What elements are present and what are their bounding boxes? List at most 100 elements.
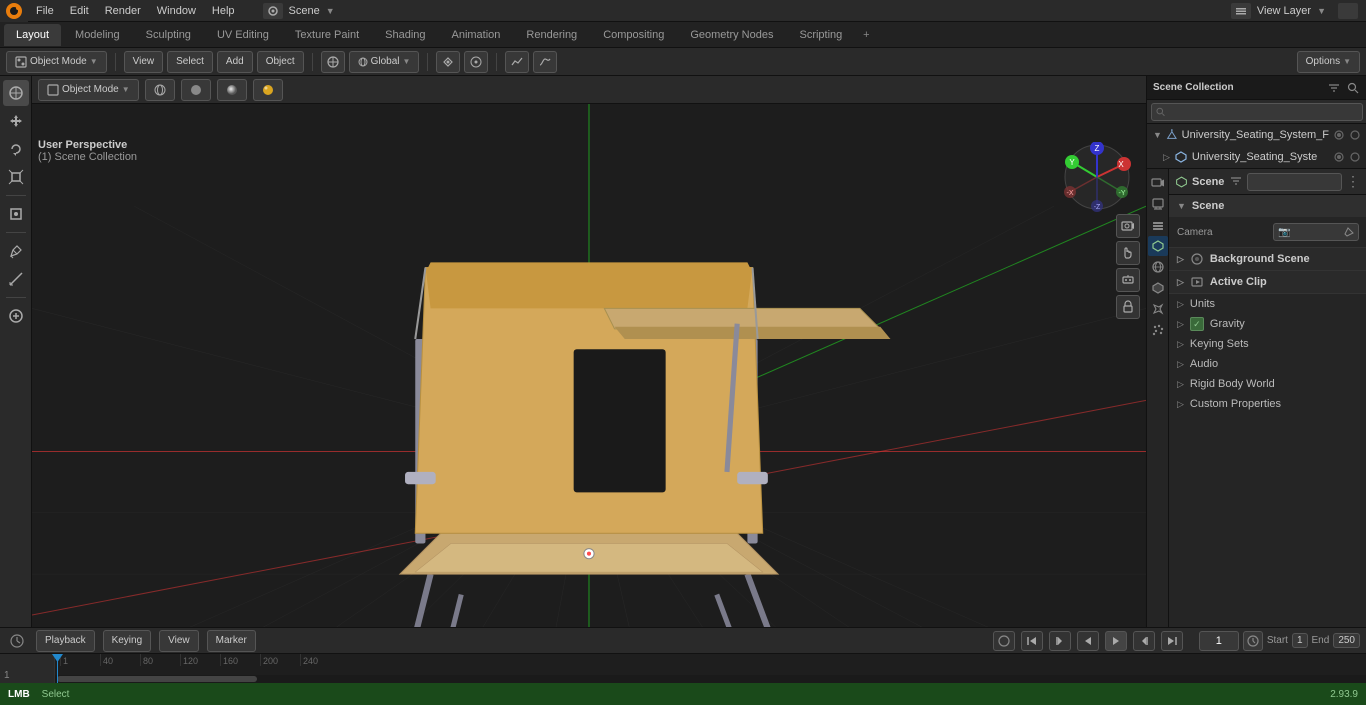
keying-sets-item[interactable]: ▷ Keying Sets: [1169, 334, 1366, 354]
view-layer-icon[interactable]: [1231, 3, 1251, 19]
scene-selector-icon[interactable]: [263, 3, 283, 19]
options-btn[interactable]: Options ▼: [1297, 51, 1360, 73]
add-btn[interactable]: Add: [217, 51, 253, 73]
viewport-shading-material[interactable]: [217, 79, 247, 101]
outliner-filter-btn[interactable]: [1326, 80, 1342, 96]
view-layer-dropdown-icon[interactable]: ▼: [1317, 6, 1326, 16]
timeline-icon-btn[interactable]: [6, 630, 28, 652]
timeline-ruler[interactable]: 1 1 40 80 120 160 200 240: [0, 654, 1366, 683]
camera-value-btn[interactable]: 📷: [1273, 223, 1359, 241]
transform-tool[interactable]: [3, 201, 29, 227]
play-reverse-btn[interactable]: [1077, 631, 1099, 651]
record-btn[interactable]: [993, 631, 1015, 651]
menu-edit[interactable]: Edit: [62, 0, 97, 22]
blender-logo[interactable]: [0, 0, 28, 22]
scrollbar-thumb[interactable]: [57, 676, 257, 682]
world-props-btn[interactable]: [1148, 257, 1168, 277]
keying-menu-btn[interactable]: Keying: [103, 630, 152, 652]
cursor-tool[interactable]: [3, 80, 29, 106]
tab-compositing[interactable]: Compositing: [591, 24, 676, 46]
gravity-item[interactable]: ▷ ✓ Gravity: [1169, 314, 1366, 334]
menu-help[interactable]: Help: [204, 0, 243, 22]
snap-toggle[interactable]: [436, 51, 460, 73]
move-tool[interactable]: [3, 108, 29, 134]
tab-modeling[interactable]: Modeling: [63, 24, 132, 46]
outliner-search-input-wrapper[interactable]: [1151, 103, 1363, 121]
frame-time-toggle[interactable]: [1243, 631, 1263, 651]
camera-edit-icon[interactable]: [1344, 227, 1354, 237]
mode-selector-btn[interactable]: Object Mode ▼: [6, 51, 107, 73]
render-props-btn[interactable]: [1148, 173, 1168, 193]
active-clip-header[interactable]: ▷ Active Clip: [1169, 271, 1366, 293]
outliner-search-btn[interactable]: [1345, 80, 1361, 96]
viewport-shading-wire[interactable]: [145, 79, 175, 101]
object-btn[interactable]: Object: [257, 51, 304, 73]
rotate-tool[interactable]: [3, 136, 29, 162]
gravity-checkbox[interactable]: ✓: [1190, 317, 1204, 331]
current-frame-input[interactable]: [1199, 631, 1239, 651]
viewport-3d[interactable]: Object Mode ▼: [32, 76, 1146, 627]
jump-end-btn[interactable]: [1161, 631, 1183, 651]
audio-item[interactable]: ▷ Audio: [1169, 354, 1366, 374]
annotate-tool[interactable]: [3, 238, 29, 264]
menu-window[interactable]: Window: [149, 0, 204, 22]
tab-shading[interactable]: Shading: [373, 24, 437, 46]
step-forward-btn[interactable]: [1133, 631, 1155, 651]
select-btn[interactable]: Select: [167, 51, 213, 73]
outliner-root[interactable]: ▼ University_Seating_System_F: [1147, 124, 1366, 146]
scene-props-btn[interactable]: [1148, 236, 1168, 256]
viewport-mode-btn[interactable]: Object Mode ▼: [38, 79, 139, 101]
view-layer-props-btn[interactable]: [1148, 215, 1168, 235]
visibility-icon[interactable]: [1333, 129, 1345, 141]
graph-btn[interactable]: [505, 51, 529, 73]
scene-dropdown-icon[interactable]: ▼: [326, 6, 335, 16]
render-visibility-icon[interactable]: [1349, 129, 1361, 141]
transform-space-btn[interactable]: Global ▼: [349, 51, 420, 73]
tab-rendering[interactable]: Rendering: [514, 24, 589, 46]
add-object-tool[interactable]: [3, 303, 29, 329]
timeline-scrollbar[interactable]: [55, 675, 1366, 683]
viewport-mode-dropdown[interactable]: ▼: [122, 85, 130, 94]
menu-file[interactable]: File: [28, 0, 62, 22]
props-search-field[interactable]: [1251, 177, 1338, 187]
playback-menu-btn[interactable]: Playback: [36, 630, 95, 652]
props-search-input-wrapper[interactable]: [1247, 173, 1342, 191]
proportional-edit-btn[interactable]: [464, 51, 488, 73]
transform-mode-btn[interactable]: [321, 51, 345, 73]
view-btn[interactable]: View: [124, 51, 164, 73]
start-value[interactable]: 1: [1292, 633, 1308, 648]
child-visibility-icon[interactable]: [1333, 151, 1345, 163]
measure-tool[interactable]: [3, 266, 29, 292]
particles-props-btn[interactable]: [1148, 320, 1168, 340]
props-filter-btn[interactable]: [1228, 173, 1244, 189]
child-render-icon[interactable]: [1349, 151, 1361, 163]
outliner-search-field[interactable]: [1168, 106, 1358, 117]
lock-view-btn[interactable]: [1116, 295, 1140, 319]
tab-scripting[interactable]: Scripting: [787, 24, 854, 46]
tab-animation[interactable]: Animation: [440, 24, 513, 46]
step-back-btn[interactable]: [1049, 631, 1071, 651]
tab-texture-paint[interactable]: Texture Paint: [283, 24, 371, 46]
tab-uv-editing[interactable]: UV Editing: [205, 24, 281, 46]
modifier-props-btn[interactable]: [1148, 299, 1168, 319]
scene-section-header[interactable]: ▼ Scene: [1169, 195, 1366, 217]
tab-geometry-nodes[interactable]: Geometry Nodes: [678, 24, 785, 46]
output-props-btn[interactable]: [1148, 194, 1168, 214]
add-workspace-tab-btn[interactable]: +: [856, 25, 876, 45]
curve-btn[interactable]: [533, 51, 557, 73]
tab-layout[interactable]: Layout: [4, 24, 61, 46]
end-value[interactable]: 250: [1333, 633, 1360, 648]
hand-tool-btn[interactable]: [1116, 241, 1140, 265]
tab-sculpting[interactable]: Sculpting: [134, 24, 203, 46]
film-camera-btn[interactable]: [1116, 268, 1140, 292]
axes-gizmo[interactable]: X Y Z -X -Y: [1062, 142, 1132, 212]
units-item[interactable]: ▷ Units: [1169, 294, 1366, 314]
jump-start-btn[interactable]: [1021, 631, 1043, 651]
background-scene-header[interactable]: ▷ Background Scene: [1169, 248, 1366, 270]
outliner-child[interactable]: ▷ University_Seating_Syste: [1147, 146, 1366, 168]
viewport-shading-rendered[interactable]: [253, 79, 283, 101]
custom-props-item[interactable]: ▷ Custom Properties: [1169, 394, 1366, 414]
object-props-btn[interactable]: [1148, 278, 1168, 298]
scale-tool[interactable]: [3, 164, 29, 190]
extra-options-btn[interactable]: [1338, 3, 1358, 19]
